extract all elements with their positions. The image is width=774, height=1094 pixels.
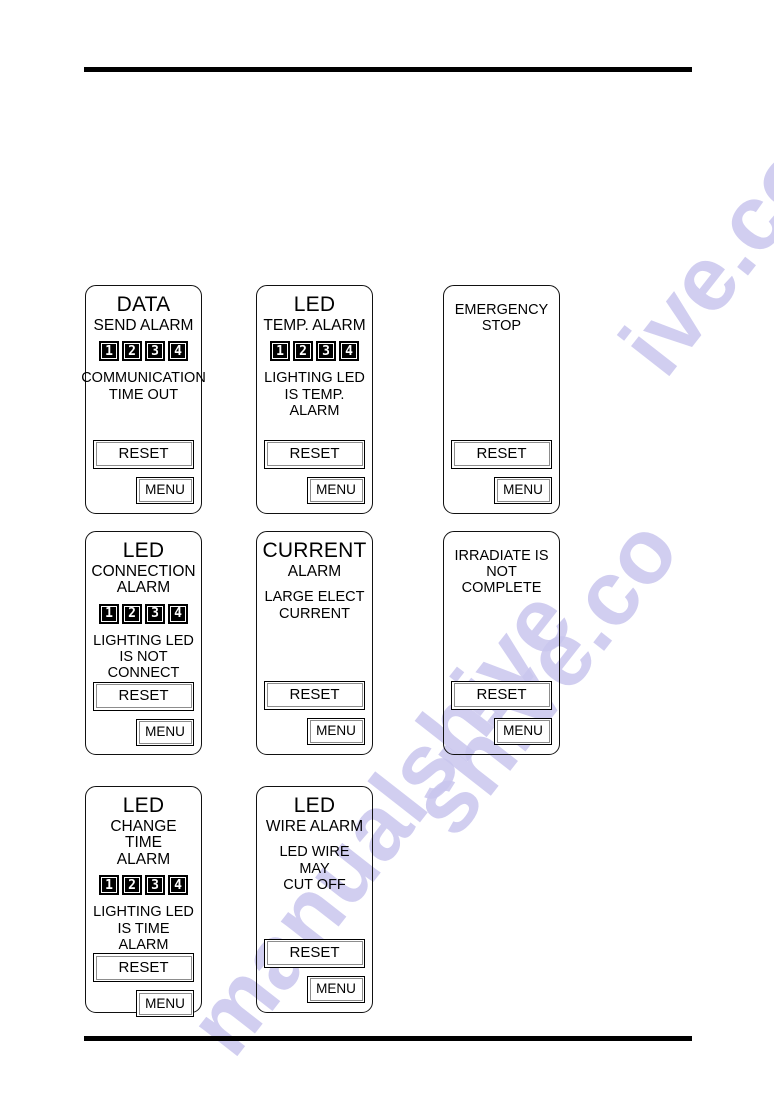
panel-subtitle: TEMP. ALARM: [263, 317, 366, 335]
channel-indicator-4: 4: [168, 341, 188, 362]
menu-button-label: MENU: [138, 721, 192, 744]
menu-button[interactable]: MENU: [494, 476, 552, 504]
reset-button-label: RESET: [95, 684, 192, 709]
channel-indicator-3: 3: [145, 603, 165, 624]
channel-indicator-digit: 1: [105, 606, 113, 622]
channel-indicator-row: 1234: [99, 875, 188, 896]
panel-message: LIGHTING LED IS TEMP. ALARM: [264, 370, 365, 419]
channel-indicator-4: 4: [339, 341, 359, 362]
reset-button[interactable]: RESET: [93, 439, 194, 469]
alarm-panel-data-send-alarm: DATA SEND ALARM 1 2 3 4 COMMUNICATION TIME OUT…: [81, 285, 206, 514]
alarm-panel-current-alarm: CURRENT ALARM LARGE ELECT CURRENT RESET MENU: [256, 531, 373, 755]
panel-message: LARGE ELECT CURRENT: [264, 589, 365, 622]
channel-indicator-digit: 3: [322, 343, 330, 359]
reset-button[interactable]: RESET: [264, 439, 365, 469]
reset-button-label: RESET: [266, 683, 363, 708]
channel-indicator-digit: 1: [105, 343, 113, 359]
panel-message: LIGHTING LED IS NOT CONNECT: [93, 632, 194, 682]
channel-indicator-3: 3: [316, 341, 336, 362]
channel-indicator-2: 2: [122, 603, 142, 624]
menu-button[interactable]: MENU: [307, 476, 365, 504]
alarm-panel-led-connection-alarm: LED CONNECTION ALARM 1 2 3 4 LIGHTING LED IS N…: [85, 531, 202, 755]
reset-button[interactable]: RESET: [93, 953, 194, 983]
menu-button[interactable]: MENU: [307, 717, 365, 745]
channel-indicator-row: 1234: [270, 341, 359, 362]
panel-message: LIGHTING LED IS TIME ALARM: [93, 904, 194, 953]
channel-indicator-digit: 3: [151, 606, 159, 622]
alarm-panel-led-temp-alarm: LED TEMP. ALARM 1 2 3 4 LIGHTING LED IS TEMP. …: [256, 285, 373, 514]
channel-indicator-1: 1: [99, 341, 119, 362]
reset-button[interactable]: RESET: [264, 680, 365, 710]
panel-title: LED: [293, 794, 336, 817]
reset-button-label: RESET: [266, 442, 363, 467]
panel-title: DATA: [116, 293, 171, 316]
channel-indicator-2: 2: [122, 341, 142, 362]
channel-indicator-row: 1234: [99, 341, 188, 362]
channel-indicator-digit: 1: [276, 343, 284, 359]
channel-indicator-4: 4: [168, 875, 188, 896]
panel-message: IRRADIATE IS NOT COMPLETE: [454, 548, 549, 597]
channel-indicator-digit: 2: [299, 343, 307, 359]
menu-button-label: MENU: [309, 479, 363, 502]
panel-subtitle: ALARM: [287, 563, 342, 581]
menu-button-label: MENU: [138, 479, 192, 502]
channel-indicator-1: 1: [270, 341, 290, 362]
menu-button[interactable]: MENU: [136, 718, 194, 747]
reset-button[interactable]: RESET: [264, 938, 365, 968]
reset-button[interactable]: RESET: [451, 680, 552, 710]
menu-button[interactable]: MENU: [136, 990, 194, 1018]
panel-subtitle: CONNECTION ALARM: [91, 563, 196, 597]
channel-indicator-digit: 3: [151, 877, 159, 893]
reset-button-label: RESET: [453, 442, 550, 467]
reset-button[interactable]: RESET: [93, 681, 194, 711]
panel-title: LED: [293, 293, 336, 316]
alarm-panel-led-wire-alarm: LED WIRE ALARM LED WIRE MAY CUT OFF RESET ME…: [256, 786, 373, 1013]
channel-indicator-row: 1234: [99, 603, 188, 624]
channel-indicator-3: 3: [145, 341, 165, 362]
panel-title: LED: [122, 794, 165, 817]
panel-message: COMMUNICATION TIME OUT: [81, 370, 206, 403]
alarm-panel-irradiate-not-complete: IRRADIATE IS NOT COMPLETE RESET MENU: [443, 531, 560, 755]
menu-button[interactable]: MENU: [136, 476, 194, 504]
channel-indicator-digit: 3: [151, 343, 159, 359]
channel-indicator-digit: 2: [128, 877, 136, 893]
panel-title: CURRENT: [262, 539, 367, 562]
channel-indicator-3: 3: [145, 875, 165, 896]
channel-indicator-digit: 4: [174, 606, 182, 622]
reset-button-label: RESET: [95, 955, 192, 980]
panel-message: LED WIRE MAY CUT OFF: [279, 844, 350, 893]
reset-button-label: RESET: [453, 683, 550, 708]
menu-button-label: MENU: [309, 720, 363, 743]
menu-button-label: MENU: [496, 479, 550, 502]
channel-indicator-digit: 4: [174, 343, 182, 359]
channel-indicator-digit: 4: [174, 877, 182, 893]
panel-subtitle: CHANGE TIME ALARM: [110, 818, 177, 868]
channel-indicator-1: 1: [99, 875, 119, 896]
channel-indicator-digit: 4: [345, 343, 353, 359]
alarm-panel-grid: DATA SEND ALARM 1 2 3 4 COMMUNICATION TIME OUT…: [0, 0, 774, 1094]
channel-indicator-2: 2: [122, 875, 142, 896]
channel-indicator-digit: 2: [128, 606, 136, 622]
alarm-panel-emergency-stop: EMERGENCY STOP RESET MENU: [443, 285, 560, 514]
menu-button[interactable]: MENU: [494, 717, 552, 745]
menu-button-label: MENU: [496, 720, 550, 743]
panel-title: LED: [122, 539, 165, 562]
reset-button[interactable]: RESET: [451, 439, 552, 469]
channel-indicator-1: 1: [99, 603, 119, 624]
reset-button-label: RESET: [95, 442, 192, 467]
alarm-panel-led-change-time-alarm: LED CHANGE TIME ALARM 1 2 3 4 LIGHTING LED IS …: [85, 786, 202, 1018]
panel-subtitle: SEND ALARM: [93, 317, 194, 335]
panel-message: EMERGENCY STOP: [454, 302, 549, 335]
channel-indicator-digit: 2: [128, 343, 136, 359]
reset-button-label: RESET: [266, 941, 363, 966]
channel-indicator-4: 4: [168, 603, 188, 624]
channel-indicator-2: 2: [293, 341, 313, 362]
menu-button[interactable]: MENU: [307, 975, 365, 1003]
channel-indicator-digit: 1: [105, 877, 113, 893]
menu-button-label: MENU: [138, 992, 192, 1015]
menu-button-label: MENU: [309, 978, 363, 1001]
panel-subtitle: WIRE ALARM: [265, 818, 364, 836]
